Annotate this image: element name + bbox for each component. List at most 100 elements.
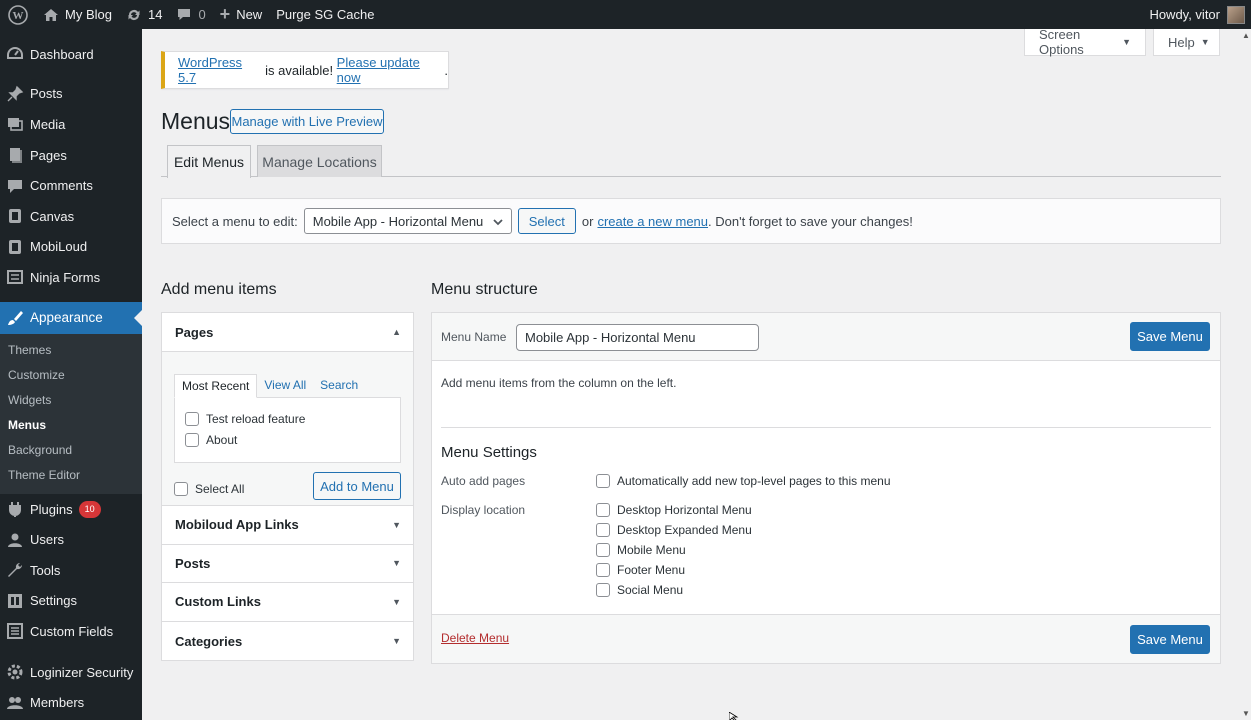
users-icon bbox=[5, 530, 25, 550]
sidebar-item-label: Tools bbox=[30, 562, 61, 578]
menu-footer: Delete Menu Save Menu bbox=[432, 614, 1220, 663]
menu-name-input[interactable]: Mobile App - Horizontal Menu bbox=[516, 324, 759, 351]
caret-down-icon: ▼ bbox=[392, 558, 401, 569]
section-title: Categories bbox=[175, 633, 243, 649]
location-checkbox[interactable] bbox=[596, 543, 610, 557]
page-checkbox[interactable] bbox=[185, 411, 199, 426]
sidebar-item-pages[interactable]: Pages bbox=[0, 140, 142, 171]
menu-hint: Add menu items from the column on the le… bbox=[441, 376, 677, 390]
sidebar-item-dashboard[interactable]: Dashboard bbox=[0, 39, 142, 70]
save-reminder-text: . Don't forget to save your changes! bbox=[708, 213, 913, 229]
appearance-submenu: Themes Customize Widgets Menus Backgroun… bbox=[0, 333, 142, 494]
dashboard-icon bbox=[5, 44, 25, 64]
tab-edit-menus[interactable]: Edit Menus bbox=[167, 145, 251, 178]
location-checkbox[interactable] bbox=[596, 503, 610, 517]
sidebar-item-label: Appearance bbox=[30, 310, 103, 326]
tab-view-all[interactable]: View All bbox=[257, 374, 313, 398]
location-option: Social Menu bbox=[596, 583, 683, 597]
caret-down-icon: ▼ bbox=[392, 636, 401, 647]
new-content-link[interactable]: + New bbox=[213, 0, 270, 29]
screen-options-label: Screen Options bbox=[1039, 27, 1084, 57]
screen-options-button[interactable]: Screen Options ▼ bbox=[1024, 27, 1146, 57]
updates-link[interactable]: 14 bbox=[119, 0, 169, 29]
live-preview-button[interactable]: Manage with Live Preview bbox=[230, 109, 384, 134]
sidebar-item-mobiloud[interactable]: MobiLoud bbox=[0, 232, 142, 263]
tab-manage-locations[interactable]: Manage Locations bbox=[257, 145, 382, 177]
location-checkbox[interactable] bbox=[596, 523, 610, 537]
location-label: Mobile Menu bbox=[617, 543, 686, 557]
menu-select[interactable]: Mobile App - Horizontal Menu bbox=[303, 208, 512, 234]
admin-bar: W My Blog 14 0 + New Purge SG Cache Howd… bbox=[0, 0, 1251, 29]
submenu-theme-editor[interactable]: Theme Editor bbox=[0, 463, 142, 488]
caret-down-icon: ▼ bbox=[1122, 37, 1131, 47]
sidebar-item-label: Custom Fields bbox=[30, 623, 114, 639]
sidebar-item-members[interactable]: Members bbox=[0, 687, 142, 718]
auto-add-checkbox[interactable] bbox=[596, 474, 610, 488]
caret-down-icon: ▼ bbox=[1200, 37, 1210, 47]
help-button[interactable]: Help ▼ bbox=[1153, 29, 1220, 56]
plus-icon: + bbox=[219, 4, 231, 24]
page-checkbox[interactable] bbox=[185, 432, 199, 447]
sidebar-item-users[interactable]: Users bbox=[0, 524, 142, 555]
sidebar-item-comments[interactable]: Comments bbox=[0, 170, 142, 201]
new-label: New bbox=[236, 7, 263, 22]
select-menu-bar: Select a menu to edit: Mobile App - Hori… bbox=[161, 198, 1221, 244]
page-scrollbar[interactable]: ▲ ▼ bbox=[1240, 29, 1251, 720]
create-menu-link[interactable]: create a new menu bbox=[597, 214, 708, 229]
posts-section-header[interactable]: Posts ▼ bbox=[162, 544, 413, 584]
sidebar-item-label: Settings bbox=[30, 593, 77, 609]
pages-section-title: Pages bbox=[175, 324, 214, 340]
display-location-label: Display location bbox=[441, 503, 526, 517]
site-name-link[interactable]: My Blog bbox=[36, 0, 119, 29]
sidebar-item-label: Users bbox=[30, 532, 64, 548]
sidebar-item-tools[interactable]: Tools bbox=[0, 555, 142, 586]
save-menu-button[interactable]: Save Menu bbox=[1130, 625, 1210, 654]
home-icon bbox=[43, 8, 59, 22]
plugin-icon bbox=[5, 499, 25, 519]
updates-count: 14 bbox=[147, 7, 163, 22]
submenu-themes[interactable]: Themes bbox=[0, 338, 142, 363]
mouse-cursor-icon bbox=[729, 712, 739, 720]
categories-section-header[interactable]: Categories ▼ bbox=[162, 621, 413, 661]
custom-links-section-header[interactable]: Custom Links ▼ bbox=[162, 583, 413, 622]
select-all-checkbox[interactable] bbox=[174, 481, 188, 496]
location-checkbox[interactable] bbox=[596, 583, 610, 597]
sidebar-item-canvas[interactable]: Canvas bbox=[0, 201, 142, 232]
sidebar-item-loginizer[interactable]: Loginizer Security bbox=[0, 657, 142, 688]
account-menu[interactable]: Howdy, vitor bbox=[1142, 0, 1251, 29]
sidebar-item-settings[interactable]: Settings bbox=[0, 586, 142, 617]
location-option: Desktop Horizontal Menu bbox=[596, 503, 752, 517]
select-button[interactable]: Select bbox=[517, 208, 576, 234]
wordpress-version-link[interactable]: WordPress 5.7 bbox=[178, 55, 262, 85]
tools-icon bbox=[5, 560, 25, 580]
notice-text: is available! bbox=[261, 62, 337, 78]
location-label: Social Menu bbox=[617, 583, 684, 597]
sidebar-item-appearance[interactable]: Appearance bbox=[0, 301, 142, 334]
tab-search[interactable]: Search bbox=[313, 374, 365, 398]
menu-settings-heading: Menu Settings bbox=[441, 444, 537, 461]
delete-menu-link[interactable]: Delete Menu bbox=[441, 631, 509, 645]
sidebar-item-posts[interactable]: Posts bbox=[0, 79, 142, 110]
mobiloud-links-section-header[interactable]: Mobiloud App Links ▼ bbox=[162, 506, 413, 545]
submenu-widgets[interactable]: Widgets bbox=[0, 388, 142, 413]
comments-link[interactable]: 0 bbox=[169, 0, 212, 29]
update-now-link[interactable]: Please update now bbox=[337, 55, 445, 85]
add-to-menu-button[interactable]: Add to Menu bbox=[313, 472, 401, 500]
pages-section-header[interactable]: Pages ▲ bbox=[162, 313, 413, 352]
sidebar-item-ninja-forms[interactable]: Ninja Forms bbox=[0, 262, 142, 293]
avatar bbox=[1227, 5, 1245, 24]
scroll-up-icon[interactable]: ▲ bbox=[1242, 31, 1250, 40]
sidebar-item-media[interactable]: Media bbox=[0, 109, 142, 140]
sidebar-item-plugins[interactable]: Plugins 10 bbox=[0, 494, 142, 525]
submenu-background[interactable]: Background bbox=[0, 438, 142, 463]
sidebar-item-custom-fields[interactable]: Custom Fields bbox=[0, 616, 142, 647]
submenu-customize[interactable]: Customize bbox=[0, 363, 142, 388]
tab-most-recent[interactable]: Most Recent bbox=[174, 374, 258, 398]
purge-cache-link[interactable]: Purge SG Cache bbox=[269, 0, 381, 29]
location-checkbox[interactable] bbox=[596, 563, 610, 577]
wordpress-logo-icon[interactable]: W bbox=[0, 0, 36, 29]
scroll-down-icon[interactable]: ▼ bbox=[1242, 709, 1250, 718]
notice-end: . bbox=[444, 62, 448, 78]
save-menu-button[interactable]: Save Menu bbox=[1130, 322, 1210, 351]
submenu-menus[interactable]: Menus bbox=[0, 413, 142, 438]
